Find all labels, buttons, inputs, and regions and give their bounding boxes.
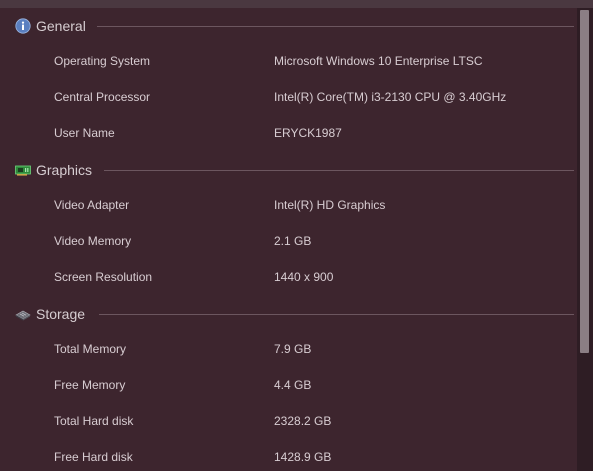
section-title-storage: Storage [36,306,86,322]
scrollbar-thumb[interactable] [580,10,589,353]
info-row-free-memory: Free Memory 4.4 GB [0,375,577,397]
info-row-total-hard-disk: Total Hard disk 2328.2 GB [0,411,577,433]
row-label: Total Memory [54,342,127,356]
info-row-video-memory: Video Memory 2.1 GB [0,231,577,253]
info-icon [15,18,31,34]
section-header-graphics: Graphics [0,158,577,182]
info-row-user-name: User Name ERYCK1987 [0,123,577,145]
section-divider [99,314,574,315]
row-value: ERYCK1987 [274,126,342,140]
info-row-free-hard-disk: Free Hard disk 1428.9 GB [0,447,577,469]
row-value: 1440 x 900 [274,270,334,284]
row-label: Total Hard disk [54,414,134,428]
row-value: 2.1 GB [274,234,312,248]
row-value: 1428.9 GB [274,450,332,464]
row-value: 7.9 GB [274,342,312,356]
storage-icon [15,306,31,322]
row-value: 2328.2 GB [274,414,332,428]
section-divider [97,26,574,27]
row-label: Video Adapter [54,198,130,212]
section-divider [104,170,574,171]
row-value: 4.4 GB [274,378,312,392]
row-label: Operating System [54,54,151,68]
row-label: Free Memory [54,378,126,392]
vertical-scrollbar[interactable] [577,8,593,471]
info-row-screen-resolution: Screen Resolution 1440 x 900 [0,267,577,289]
row-value: Intel(R) HD Graphics [274,198,386,212]
info-row-total-memory: Total Memory 7.9 GB [0,339,577,361]
section-title-graphics: Graphics [36,162,93,178]
row-value: Microsoft Windows 10 Enterprise LTSC [274,54,483,68]
section-title-general: General [36,18,86,34]
system-info-panel: General Operating System Microsoft Windo… [0,8,577,471]
graphics-card-icon [15,162,31,178]
row-label: Central Processor [54,90,151,104]
info-row-operating-system: Operating System Microsoft Windows 10 En… [0,51,577,73]
section-header-general: General [0,14,577,38]
row-value: Intel(R) Core(TM) i3-2130 CPU @ 3.40GHz [274,90,507,104]
row-label: Screen Resolution [54,270,153,284]
section-header-storage: Storage [0,302,577,326]
row-label: Free Hard disk [54,450,133,464]
row-label: User Name [54,126,115,140]
info-row-video-adapter: Video Adapter Intel(R) HD Graphics [0,195,577,217]
info-row-central-processor: Central Processor Intel(R) Core(TM) i3-2… [0,87,577,109]
window-top-bar [0,0,593,8]
row-label: Video Memory [54,234,132,248]
